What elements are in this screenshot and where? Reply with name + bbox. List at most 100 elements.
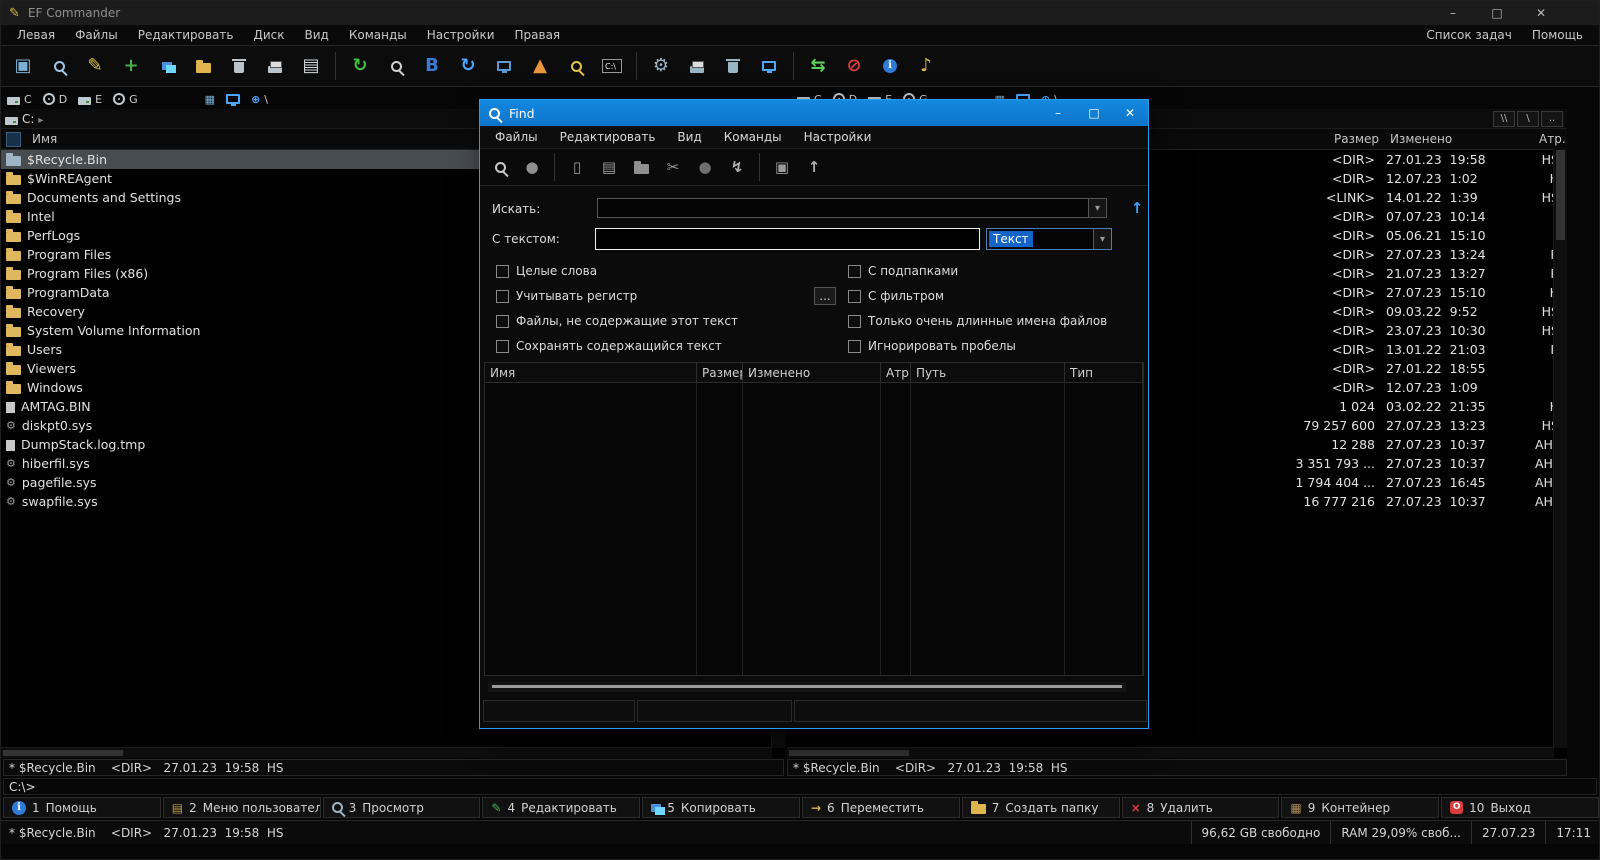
result-column-path[interactable]: Путь bbox=[911, 363, 1065, 382]
vertical-scrollbar[interactable] bbox=[1553, 148, 1567, 748]
reread-button[interactable]: ↻ bbox=[450, 49, 486, 83]
floppy-button[interactable]: ▦ bbox=[201, 90, 219, 108]
printer-setup-button[interactable] bbox=[679, 49, 715, 83]
recycle-button[interactable] bbox=[715, 49, 751, 83]
new-search-button[interactable]: ▯ bbox=[561, 152, 593, 182]
checkbox-keep-contained-text[interactable]: Сохранять содержащийся текст bbox=[496, 339, 722, 353]
filter-browse-button[interactable]: ... bbox=[814, 287, 836, 305]
checkbox-ignore-spaces[interactable]: Игнорировать пробелы bbox=[848, 339, 1016, 353]
checkbox-very-long-names[interactable]: Только очень длинные имена файлов bbox=[848, 314, 1107, 328]
menu-item-4[interactable]: Вид bbox=[295, 25, 339, 45]
start-search-button[interactable] bbox=[484, 152, 516, 182]
checkbox-box[interactable] bbox=[496, 339, 509, 353]
checkbox-whole-words[interactable]: Целые слова bbox=[496, 264, 597, 278]
audio-button[interactable]: ♪ bbox=[908, 49, 944, 83]
copy-new-button[interactable]: + bbox=[113, 49, 149, 83]
fn-7-mkdir-button[interactable]: 7 Создать папку bbox=[961, 797, 1120, 818]
checkbox-match-case[interactable]: Учитывать регистр bbox=[496, 289, 637, 303]
system-tools-button[interactable]: ⚙ bbox=[643, 49, 679, 83]
edit-file-button[interactable]: ✎ bbox=[77, 49, 113, 83]
fn-3-view-button[interactable]: 3 Просмотр bbox=[322, 797, 481, 818]
menu-item-0[interactable]: Левая bbox=[7, 25, 65, 45]
menu-item-6[interactable]: Настройки bbox=[417, 25, 505, 45]
scrollbar-thumb[interactable] bbox=[789, 750, 909, 756]
maximize-button[interactable]: □ bbox=[1475, 1, 1519, 25]
menu-item-1[interactable]: Файлы bbox=[65, 25, 128, 45]
checkbox-box[interactable] bbox=[848, 264, 861, 278]
path-button-2[interactable]: .. bbox=[1541, 110, 1563, 127]
drive-e-button[interactable]: E bbox=[74, 90, 106, 108]
horizontal-scrollbar[interactable] bbox=[787, 747, 1554, 758]
column-header-size[interactable]: Размер bbox=[1253, 132, 1379, 146]
checkbox-box[interactable] bbox=[496, 264, 509, 278]
menu-item-3[interactable]: Диск bbox=[243, 25, 294, 45]
net-connect-button[interactable]: ⇆ bbox=[800, 49, 836, 83]
drive-d-button[interactable]: D bbox=[39, 90, 71, 108]
horizontal-scrollbar[interactable] bbox=[1, 747, 772, 758]
find-menu-item-0[interactable]: Файлы bbox=[484, 130, 549, 144]
drive-g-button[interactable]: G bbox=[109, 90, 142, 108]
menu-right-item-1[interactable]: Помощь bbox=[1522, 25, 1593, 45]
result-column-attr[interactable]: Атр... bbox=[881, 363, 911, 382]
delete-button[interactable] bbox=[221, 49, 257, 83]
fn-2-user-menu-button[interactable]: ▤ 2 Меню пользователя bbox=[162, 797, 321, 818]
checkbox-box[interactable] bbox=[848, 289, 861, 303]
quick-view-button[interactable]: B bbox=[414, 49, 450, 83]
find-menu-item-3[interactable]: Команды bbox=[713, 130, 793, 144]
fn-10-exit-button[interactable]: 10 Выход bbox=[1441, 797, 1599, 818]
panel-menu-button[interactable] bbox=[6, 131, 21, 147]
text-type-combo[interactable]: Текст bbox=[986, 228, 1112, 250]
result-column-type[interactable]: Тип bbox=[1065, 363, 1143, 382]
find-results-hscrollbar[interactable] bbox=[488, 682, 1126, 692]
close-button[interactable]: ✕ bbox=[1519, 1, 1563, 25]
refresh-button[interactable]: ↻ bbox=[342, 49, 378, 83]
go-up-button[interactable]: ↑ bbox=[798, 152, 830, 182]
print-button[interactable] bbox=[257, 49, 293, 83]
column-header-attr[interactable]: Атр... bbox=[1539, 132, 1567, 146]
find-files-button[interactable] bbox=[41, 49, 77, 83]
cut-button[interactable]: ✂ bbox=[657, 152, 689, 182]
run-button[interactable]: ↯ bbox=[721, 152, 753, 182]
find-maximize-button[interactable]: □ bbox=[1076, 100, 1112, 126]
result-column-name[interactable]: Имя bbox=[485, 363, 697, 382]
fn-8-delete-button[interactable]: × 8 Удалить bbox=[1121, 797, 1280, 818]
network-button[interactable]: ⊕\ bbox=[247, 90, 272, 108]
fn-9-container-button[interactable]: ▦ 9 Контейнер bbox=[1281, 797, 1440, 818]
path-button-1[interactable]: \ bbox=[1517, 110, 1539, 127]
fn-5-copy-button[interactable]: 5 Копировать bbox=[642, 797, 800, 818]
minimize-button[interactable]: – bbox=[1431, 1, 1475, 25]
menu-right-item-0[interactable]: Список задач bbox=[1416, 25, 1522, 45]
fn-4-edit-button[interactable]: ✎ 4 Редактировать bbox=[482, 797, 641, 818]
pause-button[interactable]: ● bbox=[689, 152, 721, 182]
search-pattern-input[interactable] bbox=[598, 199, 1088, 217]
checkbox-files-not-containing[interactable]: Файлы, не содержащие этот текст bbox=[496, 314, 738, 328]
find-computer-button[interactable] bbox=[486, 49, 522, 83]
chevron-down-icon[interactable] bbox=[1093, 229, 1111, 249]
scrollbar-thumb[interactable] bbox=[3, 750, 123, 756]
checkbox-with-filter[interactable]: С фильтром bbox=[848, 289, 944, 303]
result-column-size[interactable]: Размер bbox=[697, 363, 743, 382]
search-button[interactable] bbox=[378, 49, 414, 83]
info-button[interactable] bbox=[872, 49, 908, 83]
menu-item-2[interactable]: Редактировать bbox=[128, 25, 244, 45]
net-disconnect-button[interactable]: ⊘ bbox=[836, 49, 872, 83]
column-header-name[interactable]: Имя bbox=[27, 132, 467, 146]
find-dialog-titlebar[interactable]: Find – □ ✕ bbox=[480, 100, 1148, 126]
with-text-input[interactable] bbox=[595, 228, 980, 250]
find-minimize-button[interactable]: – bbox=[1040, 100, 1076, 126]
fn-1-help-button[interactable]: 1 Помощь bbox=[3, 797, 161, 818]
checkbox-with-subfolders[interactable]: С подпапками bbox=[848, 264, 958, 278]
save-result-button[interactable]: ▣ bbox=[766, 152, 798, 182]
menu-item-5[interactable]: Команды bbox=[339, 25, 417, 45]
terminal-button[interactable] bbox=[594, 49, 630, 83]
desktop-button[interactable] bbox=[222, 90, 244, 108]
result-list-button[interactable]: ▤ bbox=[593, 152, 625, 182]
checkbox-box[interactable] bbox=[848, 314, 861, 328]
drive-c-button[interactable]: C bbox=[3, 90, 36, 108]
command-line[interactable]: C:\> bbox=[3, 778, 1597, 795]
search-pattern-combo[interactable] bbox=[597, 198, 1107, 218]
checkbox-box[interactable] bbox=[496, 289, 509, 303]
chevron-down-icon[interactable] bbox=[1088, 199, 1106, 217]
checkbox-box[interactable] bbox=[496, 314, 509, 328]
checkbox-box[interactable] bbox=[848, 339, 861, 353]
